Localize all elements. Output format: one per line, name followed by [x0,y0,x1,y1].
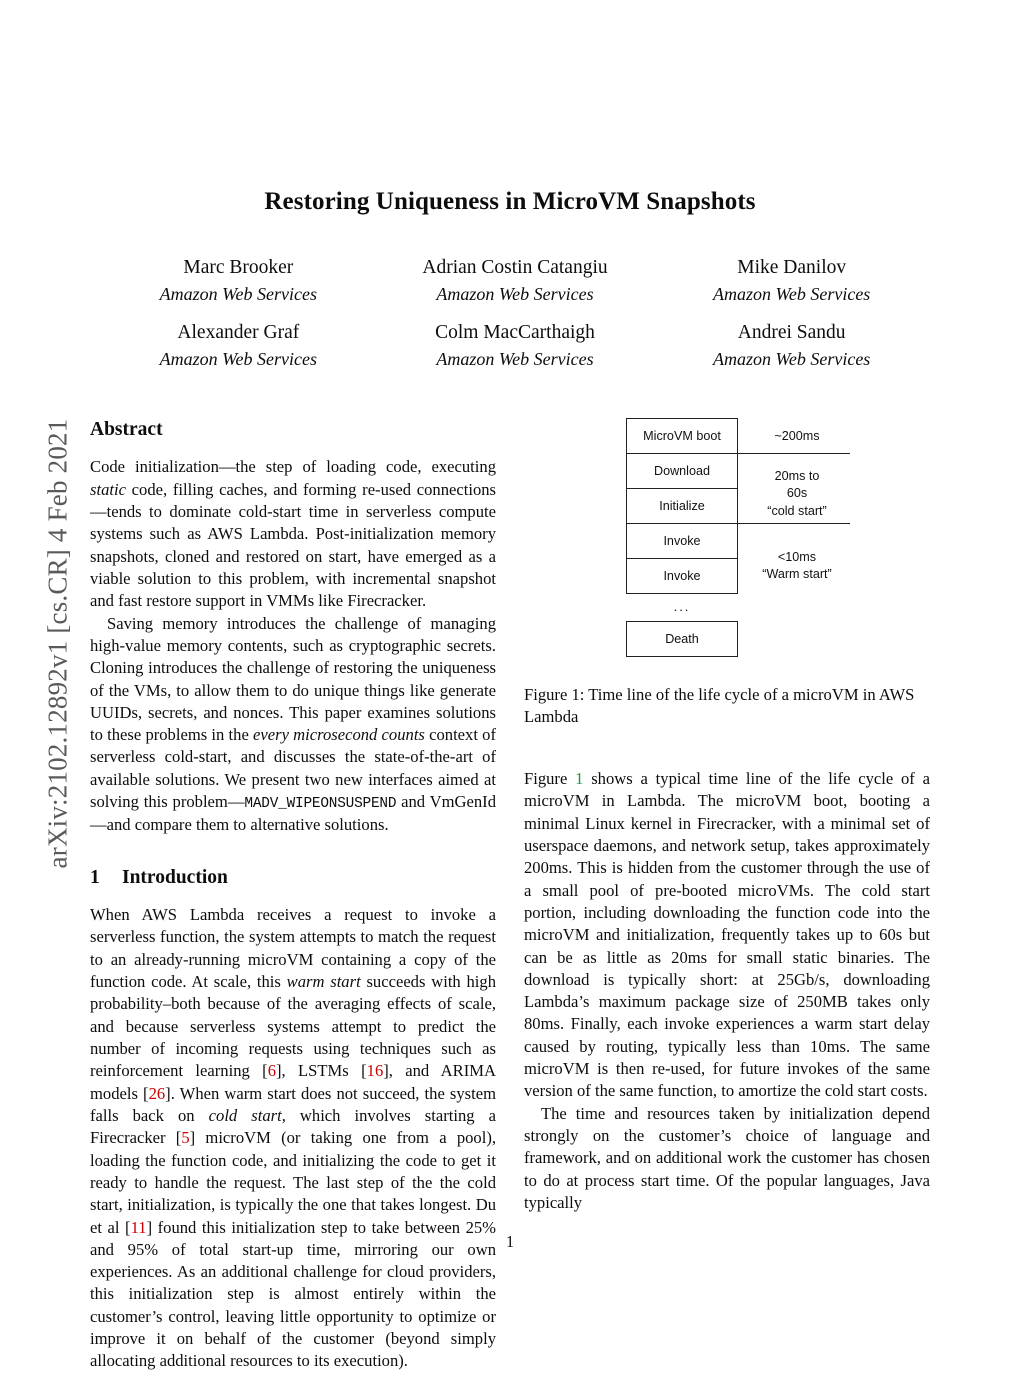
lifecycle-box-label: Death [665,632,699,646]
citation-16[interactable]: 16 [367,1061,384,1080]
intro-p2-a: Figure [524,769,576,788]
lifecycle-ellipsis: ... [673,599,691,614]
author-entry: Andrei Sandu Amazon Web Services [653,319,930,372]
lifecycle-box-label: Initialize [659,499,705,513]
introduction-heading: 1 Introduction [90,866,496,889]
lifecycle-box-label: MicroVM boot [643,429,721,443]
intro-p2-b: shows a typical time line of the life cy… [524,769,930,1101]
author-name: Andrei Sandu [737,322,846,344]
author-affiliation: Amazon Web Services [436,348,594,369]
timing-note-line: 60s [786,486,808,501]
author-name: Colm MacCarthaigh [435,322,595,344]
author-entry: Marc Brooker Amazon Web Services [100,254,377,307]
abstract-p2-mono-api: MADV_WIPEONSUSPEND [244,796,397,813]
intro-p1-italic-warm-start: warm start [286,972,361,992]
lifecycle-box-label: Download [653,464,710,478]
timing-note-line: “cold start” [767,503,827,518]
author-entry: Adrian Costin Catangiu Amazon Web Servic… [377,254,654,307]
phase-divider-cold-warm [626,523,850,524]
figure-1: MicroVM boot Download Initialize Invoke … [524,418,930,729]
timing-note-line: <10ms [777,550,817,564]
page-number: 1 [505,1232,515,1251]
lifecycle-box-invoke-2: Invoke [626,558,738,594]
abstract-paragraph-2: Saving memory introduces the challenge o… [90,613,496,837]
abstract-p1-italic: static [90,479,126,499]
lifecycle-box-initialize: Initialize [626,488,738,524]
author-affiliation: Amazon Web Services [436,283,594,304]
author-row: Marc Brooker Amazon Web Services Adrian … [100,254,930,307]
citation-6[interactable]: 6 [268,1061,276,1080]
timing-note-line: ~200ms [774,429,820,443]
lifecycle-box-death: Death [626,621,738,657]
abstract-heading: Abstract [90,419,163,440]
timing-note-cold-start: 20ms to 60s “cold start” [738,468,856,520]
arxiv-stamp: arXiv:2102.12892v1 [cs.CR] 4 Feb 2021 [42,418,73,869]
citation-5[interactable]: 5 [181,1128,189,1147]
author-name: Mike Danilov [737,257,847,278]
left-column: Abstract Code initialization—the step of… [90,418,496,1373]
author-name: Adrian Costin Catangiu [422,257,608,278]
paper-page: arXiv:2102.12892v1 [cs.CR] 4 Feb 2021 Re… [0,0,1020,1370]
intro-paragraph-1: When AWS Lambda receives a request to in… [90,904,496,1373]
author-affiliation: Amazon Web Services [159,283,317,304]
lifecycle-box-invoke-1: Invoke [626,523,738,559]
author-affiliation: Amazon Web Services [159,348,317,369]
lifecycle-box-microvm-boot: MicroVM boot [626,418,738,454]
phase-divider-boot-cold [626,453,850,454]
author-name: Marc Brooker [183,257,294,278]
author-row: Alexander Graf Amazon Web Services Colm … [100,319,930,372]
author-name: Alexander Graf [177,322,300,344]
timing-note-line: 20ms to [774,469,820,483]
timing-note-warm-start: <10ms “Warm start” [738,549,856,584]
author-affiliation: Amazon Web Services [713,283,871,304]
author-entry: Mike Danilov Amazon Web Services [653,254,930,307]
lifecycle-box-label: Invoke [663,569,701,583]
timing-note-line: “Warm start” [762,567,832,582]
figure-1-caption: Figure 1: Time line of the life cycle of… [524,685,915,727]
figure-1-graphic: MicroVM boot Download Initialize Invoke … [524,418,930,666]
abstract-p2-italic: every microsecond counts [253,725,425,745]
section-title: Introduction [122,866,228,888]
lifecycle-box-download: Download [626,453,738,489]
intro-p1-italic-cold-start: cold start [208,1105,282,1125]
abstract-paragraph-1: Code initialization—the step of loading … [90,456,496,612]
page-title: Restoring Uniqueness in MicroVM Snapshot… [264,188,756,215]
citation-26[interactable]: 26 [149,1084,166,1103]
section-number: 1 [90,866,100,888]
author-entry: Alexander Graf Amazon Web Services [100,319,377,372]
author-block: Marc Brooker Amazon Web Services Adrian … [100,254,930,384]
timing-note-boot: ~200ms [738,428,856,445]
intro-paragraph-2: Figure 1 shows a typical time line of th… [524,768,930,1103]
author-affiliation: Amazon Web Services [713,348,871,369]
right-column: Figure 1 shows a typical time line of th… [524,768,930,1214]
intro-p1-c: ], LSTMs [ [275,1061,367,1081]
author-entry: Colm MacCarthaigh Amazon Web Services [377,319,654,372]
intro-paragraph-3: The time and resources taken by initiali… [524,1103,930,1212]
abstract-p1-part-a: Code initialization—the step of loading … [90,457,496,477]
abstract-p1-part-b: code, filling caches, and forming re-use… [90,479,496,611]
lifecycle-box-label: Invoke [663,534,701,548]
